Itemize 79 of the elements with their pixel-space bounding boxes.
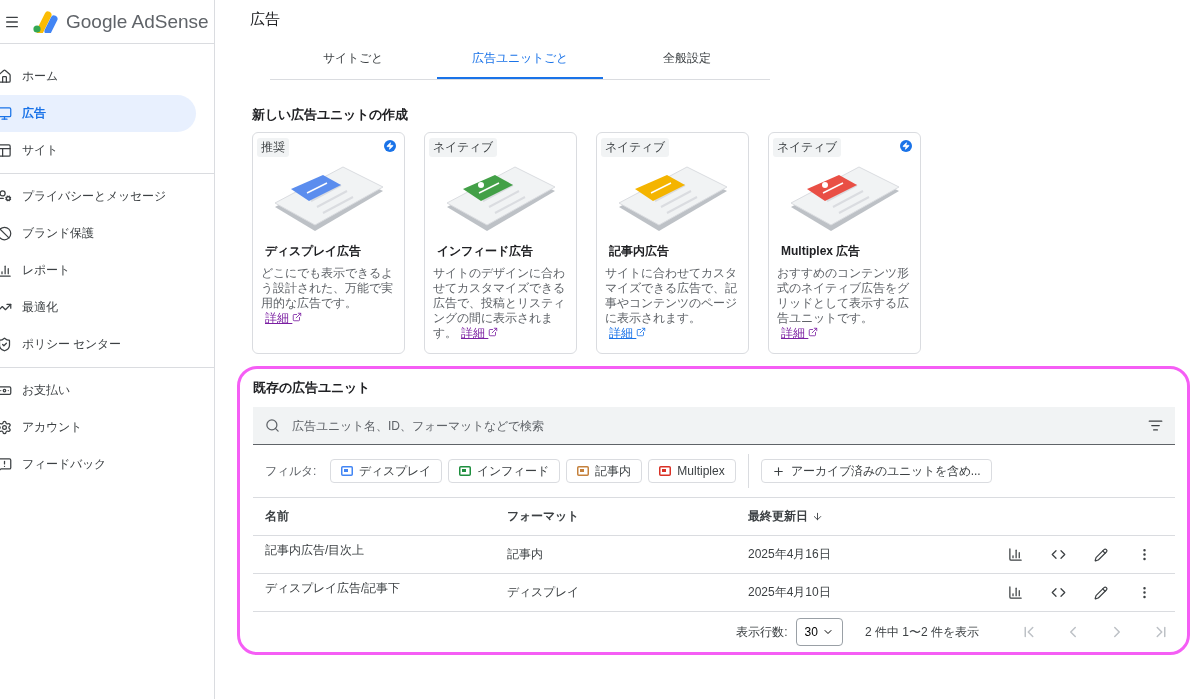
details-link[interactable]: 詳細 <box>609 326 647 340</box>
sidebar-item[interactable]: フィードバック <box>0 446 196 483</box>
ad-type-card[interactable]: 推奨 ディスプレイ広告 どこにでも表示できるよう設計された、万能で実用的な広告です。 詳細 <box>252 132 405 354</box>
card-description: サイトに合わせてカスタマイズできる広告で、記事やコンテンツのページに表示されます。 詳細 <box>605 266 738 341</box>
filter-chip[interactable]: ディスプレイ <box>330 459 443 483</box>
card-description: どこにでも表示できるよう設計された、万能で実用的な広告です。 詳細 <box>261 266 394 326</box>
ad-type-card[interactable]: ネイティブ インフィード広告 サイトのデザインに合わせてカスタマイズできる広告で、投稿とリスティングの間に表示されます。 詳細 <box>424 132 577 354</box>
table-cell-text: 2025年4月16日 <box>748 546 832 563</box>
include-archived-button[interactable]: アーカイブ済みのユニットを含め... <box>760 459 992 483</box>
page-title: 広告 <box>250 9 280 29</box>
search-field[interactable]: 広告ユニット名、ID、フォーマットなどで検索 <box>253 407 1175 445</box>
card-title: ディスプレイ広告 <box>265 243 362 260</box>
sidebar-item[interactable]: サイト <box>0 132 196 169</box>
external-link-icon <box>636 327 647 337</box>
column-header: 名前 <box>265 508 290 525</box>
bar-chart-icon <box>0 263 12 278</box>
block-icon <box>0 226 12 241</box>
details-link[interactable]: 詳細 <box>265 311 303 325</box>
banknote-icon <box>0 383 12 398</box>
column-header[interactable]: 最終更新日 <box>748 508 1003 525</box>
sidebar-item[interactable]: レポート <box>0 252 196 289</box>
tab[interactable]: 広告ユニットごと <box>436 44 604 79</box>
search-icon <box>265 418 280 433</box>
page-range: 2 件中 1〜2 件を表示 <box>864 623 979 641</box>
monitor-icon <box>0 106 12 121</box>
sidebar-item[interactable]: プライバシーとメッセージ <box>0 178 196 215</box>
window-icon <box>0 143 12 158</box>
sidebar-item[interactable]: お支払い <box>0 372 196 409</box>
table-cell-text: 記事内広告/目次上 <box>265 542 366 559</box>
filter-chip[interactable]: 記事内 <box>566 459 643 483</box>
search-input[interactable]: 広告ユニット名、ID、フォーマットなどで検索 <box>290 417 1138 434</box>
details-link[interactable]: 詳細 <box>781 326 819 340</box>
tab[interactable]: サイトごと <box>270 44 437 79</box>
feedback-icon <box>0 457 12 472</box>
sidebar-item[interactable]: ホーム <box>0 58 196 95</box>
table-cell-text: ディスプレイ <box>507 584 580 601</box>
rows-per-page-select[interactable]: 30 <box>795 618 843 646</box>
card-badge: ネイティブ <box>773 138 841 157</box>
bolt-icon <box>900 140 912 152</box>
external-link-icon <box>808 327 819 337</box>
column-header: フォーマット <box>507 508 580 525</box>
logo-icon <box>32 10 58 33</box>
external-link-icon <box>488 327 499 337</box>
plus-icon <box>771 464 785 478</box>
table-cell-text: 2025年4月10日 <box>748 584 832 601</box>
ad-type-card[interactable]: ネイティブ 記事内広告 サイトに合わせてカスタマイズできる広告で、記事やコンテンツのページに表示されます。 詳細 <box>596 132 749 354</box>
card-badge: ネイティブ <box>601 138 669 157</box>
table-cell-text: ディスプレイ広告/記事下 <box>265 580 402 597</box>
sidebar-item[interactable]: アカウント <box>0 409 196 446</box>
sidebar-item[interactable]: 広告 <box>0 95 196 132</box>
filter-icon[interactable] <box>1148 418 1163 433</box>
details-link[interactable]: 詳細 <box>461 326 499 340</box>
filter-chip[interactable]: インフィード <box>448 459 561 483</box>
card-title: Multiplex 広告 <box>781 243 862 260</box>
ad-type-card[interactable]: ネイティブ Multiplex 広告 おすすめのコンテンツ形式のネイティブ広告をグリッドとして表示する広告ユニットです。 詳細 <box>768 132 921 354</box>
user-settings-icon <box>0 189 12 204</box>
bolt-icon <box>384 140 396 152</box>
card-badge: 推奨 <box>257 138 289 157</box>
sidebar-item[interactable]: ポリシー センター <box>0 326 196 363</box>
card-description: サイトのデザインに合わせてカスタマイズできる広告で、投稿とリスティングの間に表示されます。 詳細 <box>433 266 566 341</box>
settings-icon <box>0 420 12 435</box>
section-title: 新しい広告ユニットの作成 <box>252 106 409 124</box>
sidebar-item[interactable]: 最適化 <box>0 289 196 326</box>
sort-arrow-icon <box>812 511 823 522</box>
section-title: 既存の広告ユニット <box>253 379 371 397</box>
table-cell-text: 記事内 <box>507 546 544 563</box>
tab[interactable]: 全般設定 <box>603 44 770 79</box>
filter-chip[interactable]: Multiplex <box>648 459 736 483</box>
shield-icon <box>0 337 12 352</box>
filter-label: フィルタ: <box>265 462 317 480</box>
home-icon <box>0 69 12 84</box>
product-name: Google AdSense <box>66 10 209 33</box>
rows-per-page-label: 表示行数: <box>736 623 788 641</box>
card-title: 記事内広告 <box>609 243 670 260</box>
sidebar-item[interactable]: ブランド保護 <box>0 215 196 252</box>
card-title: インフィード広告 <box>437 243 534 260</box>
card-badge: ネイティブ <box>429 138 497 157</box>
card-description: おすすめのコンテンツ形式のネイティブ広告をグリッドとして表示する広告ユニットです。 詳細 <box>777 266 910 341</box>
external-link-icon <box>292 312 303 322</box>
